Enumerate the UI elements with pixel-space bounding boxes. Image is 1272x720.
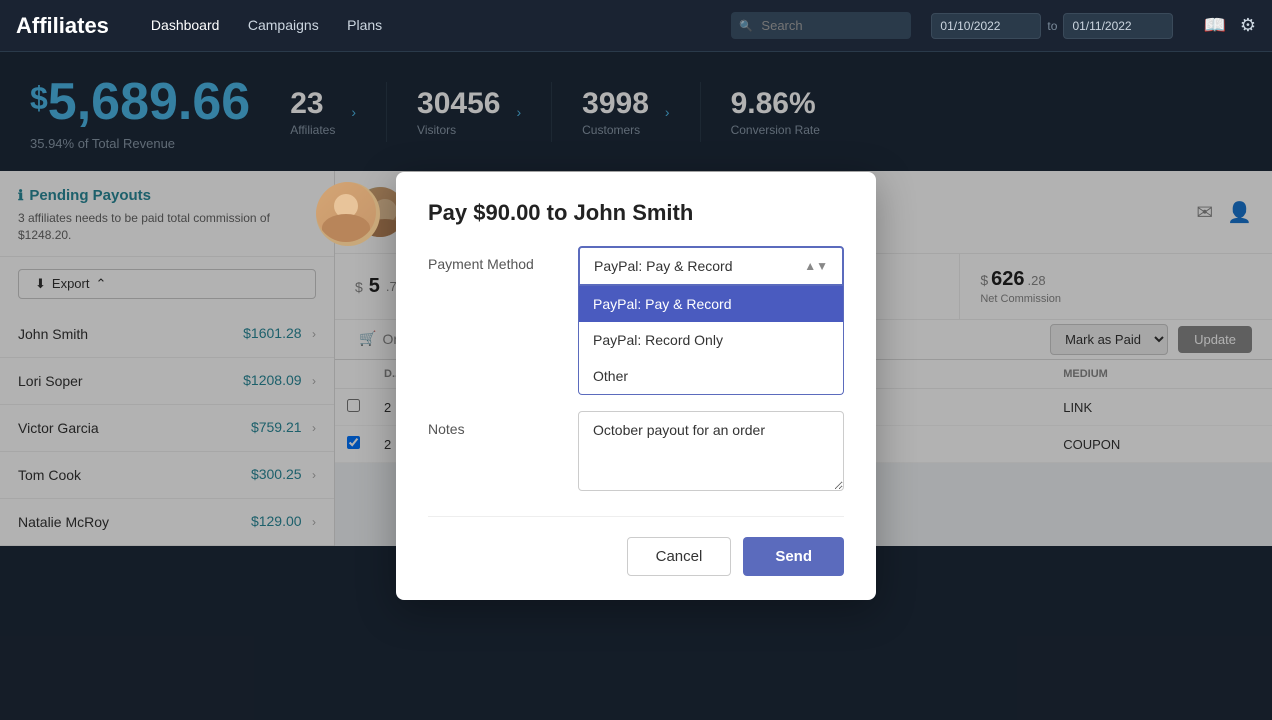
selected-option: PayPal: Pay & Record (594, 258, 733, 274)
payment-method-control: PayPal: Pay & Record ▲▼ PayPal: Pay & Re… (578, 246, 844, 395)
payment-select-trigger[interactable]: PayPal: Pay & Record ▲▼ (578, 246, 844, 286)
main-nav: Dashboard Campaigns Plans (139, 17, 394, 35)
pay-modal: Pay $90.00 to John Smith Payment Method … (396, 172, 876, 600)
search-input[interactable] (731, 12, 911, 39)
book-icon[interactable]: 📖 (1203, 15, 1225, 36)
payment-method-label: Payment Method (428, 246, 558, 272)
search-wrapper (731, 12, 911, 39)
date-from-input[interactable] (931, 13, 1041, 39)
modal-avatar-face (316, 182, 376, 242)
cancel-button[interactable]: Cancel (627, 537, 732, 576)
notes-row: Notes October payout for an order (428, 411, 844, 496)
payment-method-row: Payment Method PayPal: Pay & Record ▲▼ P… (428, 246, 844, 395)
modal-divider (428, 516, 844, 517)
modal-title: Pay $90.00 to John Smith (428, 200, 844, 226)
select-chevron-icon: ▲▼ (804, 259, 828, 273)
nav-plans[interactable]: Plans (335, 11, 394, 39)
dropdown-option-other[interactable]: Other (579, 358, 843, 394)
date-range: to (931, 13, 1173, 39)
modal-container: Pay $90.00 to John Smith Payment Method … (396, 172, 876, 600)
notes-label: Notes (428, 411, 558, 437)
header-icons: 📖 ⚙ (1203, 15, 1256, 36)
dropdown-option-paypal-record[interactable]: PayPal: Record Only (579, 322, 843, 358)
notes-control: October payout for an order (578, 411, 844, 496)
settings-icon[interactable]: ⚙ (1240, 15, 1256, 36)
nav-campaigns[interactable]: Campaigns (236, 11, 331, 39)
date-to-input[interactable] (1063, 13, 1173, 39)
dropdown-option-paypal-pay[interactable]: PayPal: Pay & Record (579, 286, 843, 322)
app-header: Affiliates Dashboard Campaigns Plans to … (0, 0, 1272, 52)
date-separator: to (1047, 19, 1057, 33)
nav-dashboard[interactable]: Dashboard (139, 11, 232, 39)
modal-avatar (316, 182, 380, 246)
modal-backdrop: Pay $90.00 to John Smith Payment Method … (0, 52, 1272, 720)
modal-actions: Cancel Send (428, 537, 844, 576)
brand-logo: Affiliates (16, 13, 109, 39)
payment-dropdown: PayPal: Pay & Record PayPal: Record Only… (578, 286, 844, 395)
send-button[interactable]: Send (743, 537, 844, 576)
notes-textarea[interactable]: October payout for an order (578, 411, 844, 491)
